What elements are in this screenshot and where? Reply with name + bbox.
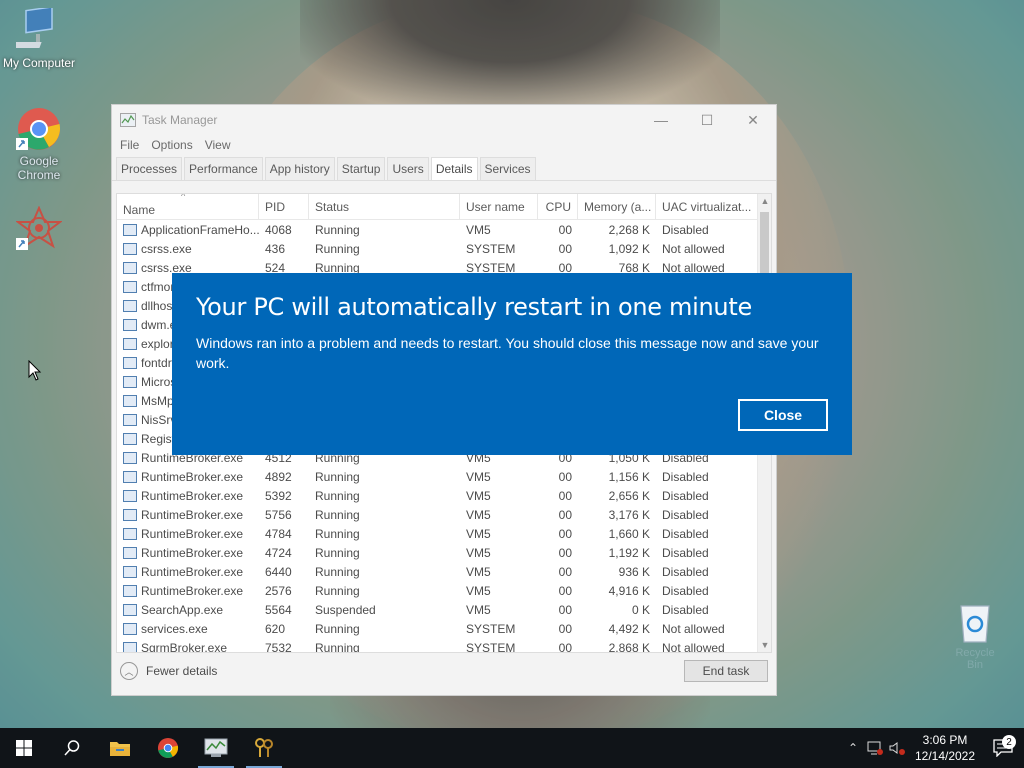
mouse-cursor-icon xyxy=(28,360,42,381)
system-tray: ⌃ 3:06 PM 12/14/2022 2 xyxy=(842,728,1024,768)
recycle-bin-icon xyxy=(960,605,990,643)
task-manager-taskbar-button[interactable] xyxy=(192,728,240,768)
volume-muted-icon[interactable] xyxy=(886,741,908,755)
desktop-icon-recycle-bin[interactable]: Recycle Bin xyxy=(950,600,1000,671)
start-button[interactable] xyxy=(0,728,48,768)
task-manager-icon xyxy=(204,738,228,757)
restart-dialog: Your PC will automatically restart in on… xyxy=(172,273,852,455)
search-button[interactable] xyxy=(48,728,96,768)
search-icon xyxy=(64,740,80,756)
keys-taskbar-button[interactable] xyxy=(240,728,288,768)
file-explorer-icon xyxy=(110,742,130,756)
clock-time: 3:06 PM xyxy=(922,733,968,747)
chrome-taskbar-button[interactable] xyxy=(144,728,192,768)
file-explorer-button[interactable] xyxy=(96,728,144,768)
close-button[interactable]: Close xyxy=(738,399,828,431)
windows-logo-icon xyxy=(16,740,32,756)
dialog-message: Windows ran into a problem and needs to … xyxy=(196,335,819,371)
keys-icon xyxy=(255,738,273,757)
clock-date: 12/14/2022 xyxy=(914,749,976,763)
chrome-icon xyxy=(157,737,179,759)
network-icon[interactable] xyxy=(864,741,886,755)
action-center-button[interactable]: 2 xyxy=(982,735,1024,757)
clock[interactable]: 3:06 PM 12/14/2022 xyxy=(908,732,982,764)
taskbar: ⌃ 3:06 PM 12/14/2022 2 xyxy=(0,728,1024,768)
notification-count-badge: 2 xyxy=(1002,735,1016,749)
dialog-title: Your PC will automatically restart in on… xyxy=(196,293,752,321)
recycle-bin-label: Recycle Bin xyxy=(955,647,995,671)
show-hidden-icons-chevron-up-icon[interactable]: ⌃ xyxy=(842,741,864,755)
